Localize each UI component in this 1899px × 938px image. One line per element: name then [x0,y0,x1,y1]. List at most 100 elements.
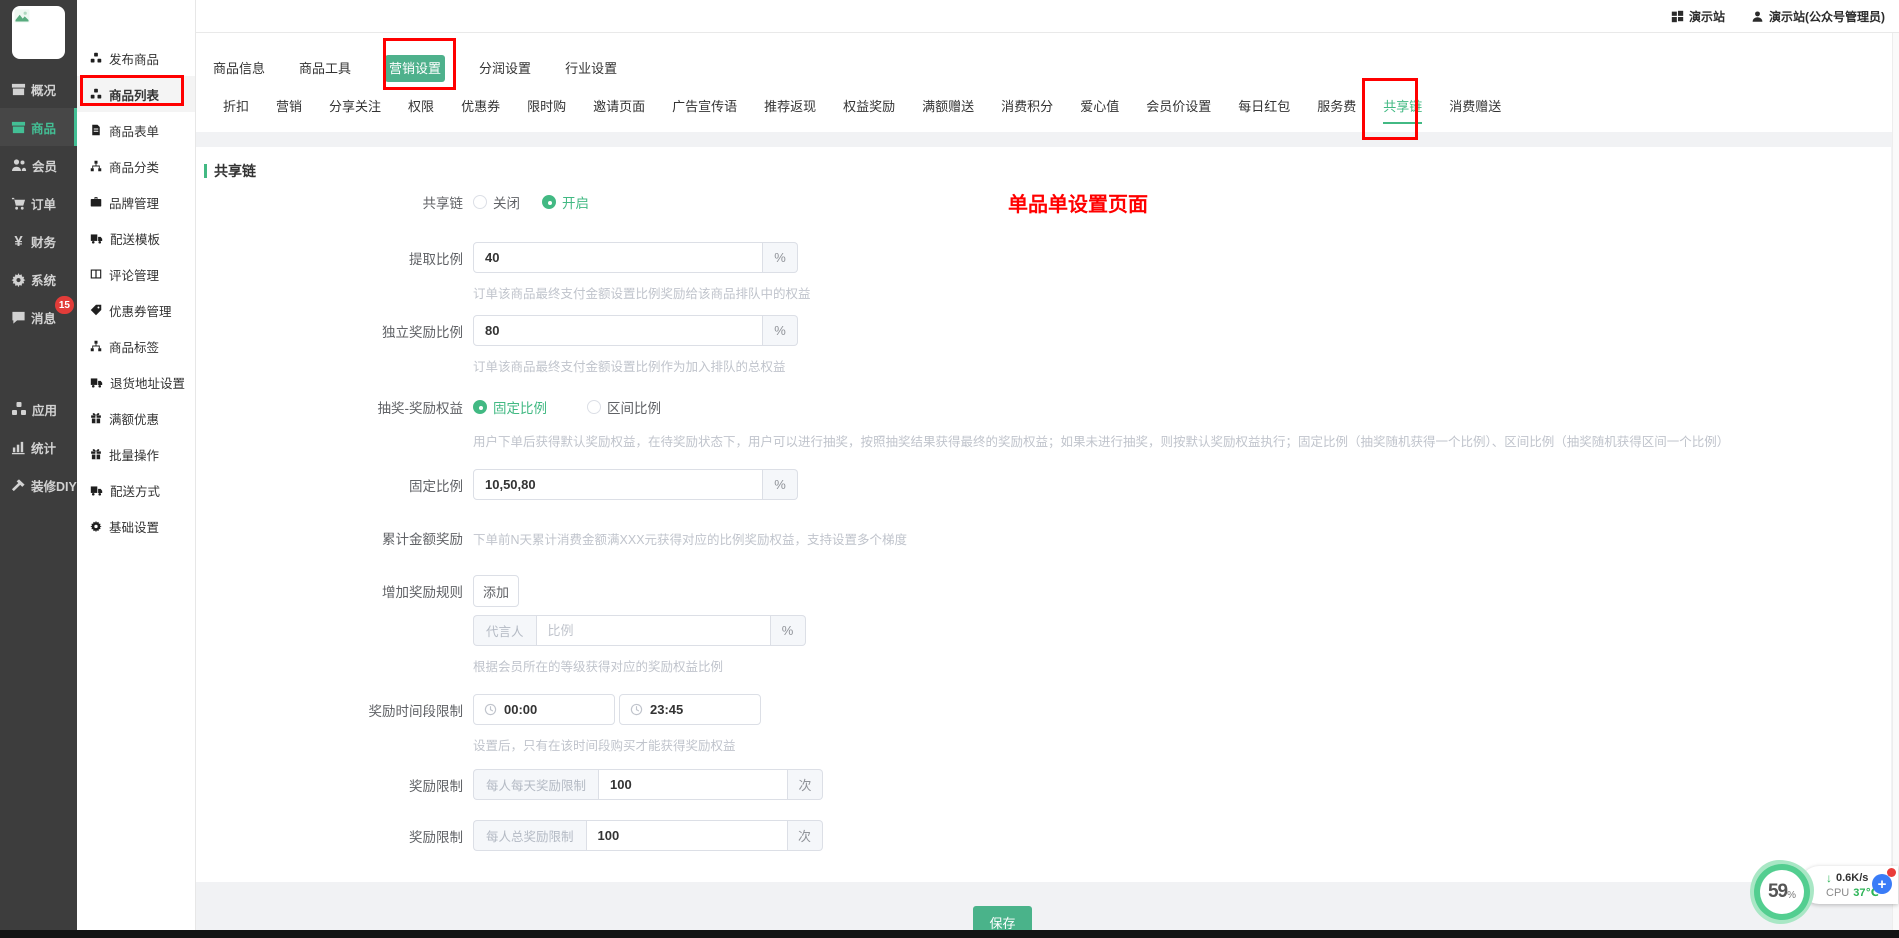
sidebar-item-members[interactable]: 会员 [0,146,77,184]
sidebar-item-stats[interactable]: 统计 [0,428,77,466]
subtab-coupon[interactable]: 优惠券 [461,96,500,122]
tab-industry-settings[interactable]: 行业设置 [565,55,617,82]
menu-item-full-discount[interactable]: 满额优惠 [77,400,195,436]
subtab-invite-page[interactable]: 邀请页面 [593,96,645,122]
subtab-discount[interactable]: 折扣 [223,96,249,122]
menu-item-comment-manage[interactable]: 评论管理 [77,256,195,292]
subtab-share-follow[interactable]: 分享关注 [329,96,381,122]
sidebar-item-label: 概况 [31,80,56,99]
menu-item-goods-category[interactable]: 商品分类 [77,148,195,184]
start-time-input[interactable]: 00:00 [473,694,615,725]
radio-share-on[interactable]: 开启 [542,192,589,212]
subtab-recommend-cashback[interactable]: 推荐返现 [764,96,816,122]
menu-item-label: 配送方式 [110,481,160,500]
sidebar-item-goods[interactable]: 商品 [0,108,77,146]
sidebar-item-finance[interactable]: ¥ 财务 [0,222,77,260]
form-row-share-toggle: 共享链 关闭 开启 [196,187,611,217]
sidebar-item-system[interactable]: 系统 [0,260,77,298]
fixed-ratio-input[interactable] [473,469,763,500]
menu-item-brand-manage[interactable]: 品牌管理 [77,184,195,220]
sidebar-item-overview[interactable]: 概况 [0,70,77,108]
subtab-consume-gift[interactable]: 消费赠送 [1449,96,1501,122]
clock-icon [630,703,643,716]
tab-goods-info[interactable]: 商品信息 [213,55,265,82]
end-time-input[interactable]: 23:45 [619,694,761,725]
sidebar-item-label: 财务 [31,232,56,251]
sidebar-item-label: 统计 [31,438,56,457]
form-row-extract-ratio: 提取比例 % [196,242,798,273]
help-text: 订单该商品最终支付金额设置比例奖励给该商品排队中的权益 [473,283,811,302]
subtab-flash-sale[interactable]: 限时购 [527,96,566,122]
orders-icon [11,196,26,211]
radio-share-off[interactable]: 关闭 [473,192,520,212]
subtab-service-fee[interactable]: 服务费 [1317,96,1356,122]
subtab-rights-reward[interactable]: 权益奖励 [843,96,895,122]
grid-icon [1671,10,1684,23]
form-icon [90,124,102,136]
menu-item-goods-tag[interactable]: 商品标签 [77,328,195,364]
sidebar-item-orders[interactable]: 订单 [0,184,77,222]
tag-icon [90,304,102,316]
user-name: 演示站(公众号管理员) [1769,8,1885,25]
radio-fixed-ratio[interactable]: 固定比例 [473,397,547,417]
form-row-add-rule: 增加奖励规则 添加 [196,575,519,607]
agent-addon-label: 代言人 [473,615,536,646]
sidebar-item-messages[interactable]: 消息 15 [0,298,77,336]
add-rule-button[interactable]: 添加 [473,575,519,607]
clock-icon [484,703,497,716]
sidebar-item-label: 会员 [32,156,57,175]
menu-item-delivery-template[interactable]: 配送模板 [77,220,195,256]
subtab-consume-points[interactable]: 消费积分 [1001,96,1053,122]
subtab-full-gift[interactable]: 满额赠送 [922,96,974,122]
truck-icon [90,232,103,245]
subtab-marketing[interactable]: 营销 [276,96,302,122]
subtab-share-chain[interactable]: 共享链 [1383,96,1422,124]
scrollbar[interactable] [1892,33,1899,930]
sitemap-icon [90,160,102,172]
tab-goods-tools[interactable]: 商品工具 [299,55,351,82]
user-menu[interactable]: 演示站(公众号管理员) [1751,8,1885,25]
unit-suffix: 次 [788,820,823,851]
field-label: 共享链 [196,192,473,212]
sidebar-item-apps[interactable]: 应用 [0,390,77,428]
score-percent-sign: % [1787,890,1796,901]
tab-profit-settings[interactable]: 分润设置 [479,55,531,82]
field-label: 奖励限制 [196,826,473,846]
menu-item-goods-form[interactable]: 商品表单 [77,112,195,148]
unit-suffix: % [763,315,798,346]
score-percent: 59 [1768,881,1787,903]
menu-item-coupon-manage[interactable]: 优惠券管理 [77,292,195,328]
subtab-daily-redpacket[interactable]: 每日红包 [1238,96,1290,122]
subtab-love-value[interactable]: 爱心值 [1080,96,1119,122]
sidebar-item-decorate-diy[interactable]: 装修DIY [0,466,77,504]
menu-item-publish-goods[interactable]: 发布商品 [77,40,195,76]
menu-item-batch-operation[interactable]: 批量操作 [77,436,195,472]
menu-item-goods-list[interactable]: 商品列表 [77,76,195,112]
radio-label: 区间比例 [607,397,661,417]
site-switcher[interactable]: 演示站 [1671,8,1725,25]
subtab-ad-slogan[interactable]: 广告宣传语 [672,96,737,122]
security-score-ball[interactable]: 59 % [1750,860,1814,924]
plus-button[interactable]: + [1872,874,1892,894]
site-name: 演示站 [1689,8,1725,25]
tab-marketing-settings[interactable]: 营销设置 [385,55,445,82]
radio-range-ratio[interactable]: 区间比例 [587,397,661,417]
menu-item-label: 评论管理 [109,265,159,284]
independent-ratio-input[interactable] [473,315,763,346]
site-logo[interactable] [12,6,65,59]
subtab-permission[interactable]: 权限 [408,96,434,122]
menu-item-label: 商品列表 [109,85,159,104]
extract-ratio-input[interactable] [473,242,763,273]
message-icon [11,310,26,325]
notification-dot [1887,868,1896,877]
menu-item-basic-settings[interactable]: 基础设置 [77,508,195,544]
menu-item-return-address[interactable]: 退货地址设置 [77,364,195,400]
unit-suffix: 次 [788,769,823,800]
download-arrow-icon: ↓ [1826,871,1832,885]
agent-ratio-input[interactable] [536,615,771,646]
sidebar-item-label: 消息 [31,308,56,327]
daily-limit-input[interactable] [598,769,788,800]
total-limit-input[interactable] [586,820,788,851]
menu-item-delivery-method[interactable]: 配送方式 [77,472,195,508]
subtab-member-price[interactable]: 会员价设置 [1146,96,1211,122]
